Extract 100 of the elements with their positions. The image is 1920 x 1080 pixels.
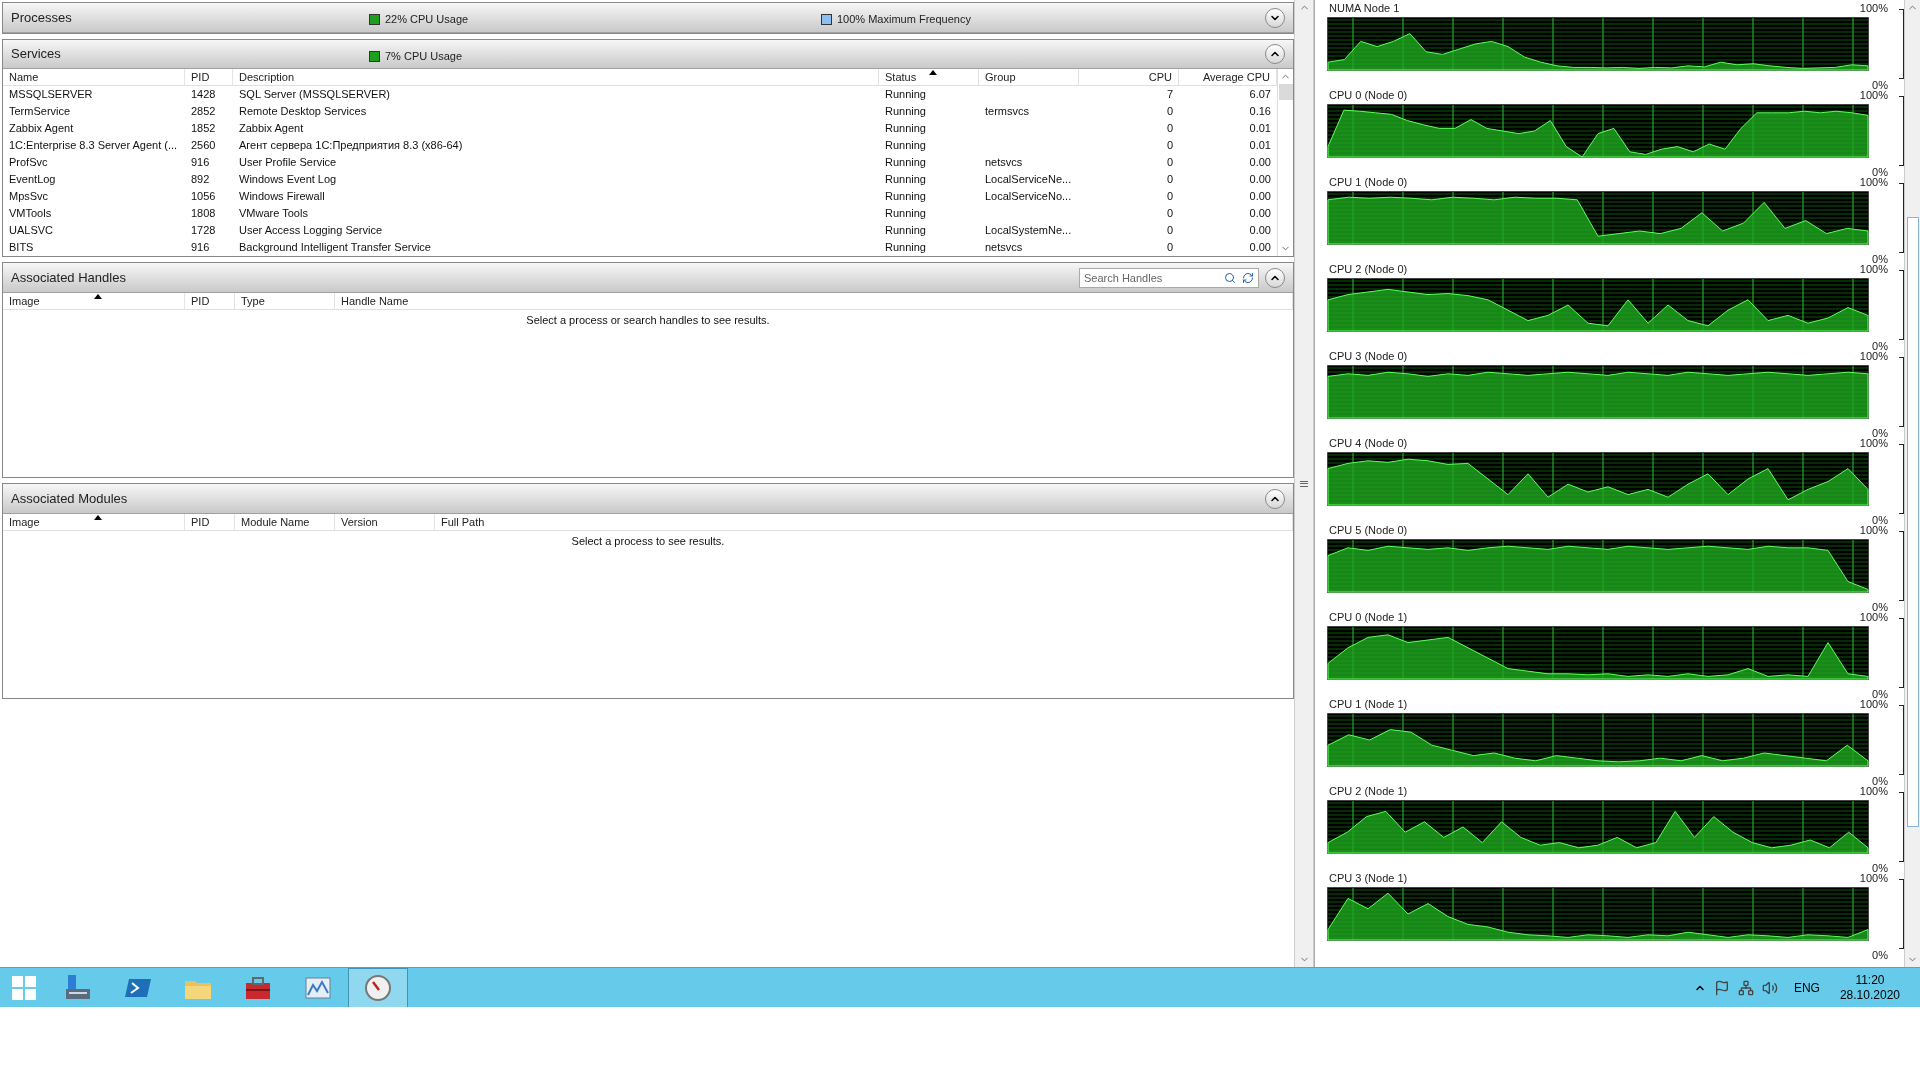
table-cell-text: 0.00 (1248, 172, 1272, 187)
search-box[interactable]: Search Handles (1079, 267, 1259, 288)
clock-time: 11:20 (1855, 972, 1885, 988)
table-cell-text: 0 (1165, 104, 1174, 119)
gauge-icon (363, 972, 393, 1003)
collapse-button[interactable] (1265, 488, 1285, 509)
max-label: 100% (1859, 785, 1888, 799)
table-cell-text: Background Intelligent Transfer Service (238, 240, 432, 255)
scrollbar[interactable] (1277, 69, 1293, 256)
column-header[interactable]: Status (879, 69, 979, 86)
max-label: 100% (1859, 437, 1888, 451)
column-header[interactable]: Handle Name (335, 293, 1293, 310)
table-cell-text: 0 (1165, 189, 1174, 204)
max-label: 100% (1859, 524, 1888, 538)
language-indicator[interactable]: ENG (1793, 978, 1820, 997)
table-cell-text: termsvcs (984, 104, 1030, 119)
min-label: 0% (1872, 252, 1888, 265)
table-cell-text: 1852 (190, 121, 217, 136)
table-cell-text: 0.00 (1248, 206, 1272, 221)
flag-icon[interactable] (1713, 979, 1730, 996)
graph-title: CPU 1 (Node 0) (1329, 175, 1408, 190)
graph-title: CPU 2 (Node 0) (1329, 262, 1408, 277)
section-header[interactable]: Associated Handles Search Handles (3, 263, 1293, 293)
section-title: Services (11, 45, 61, 64)
column-header[interactable]: Version (335, 514, 435, 531)
table-cell-text: Агент сервера 1С:Предприятия 8.3 (x86-64) (238, 138, 464, 153)
sort-arrow-icon (93, 515, 102, 520)
column-header[interactable]: CPU (1079, 69, 1179, 86)
table-cell-text: Running (884, 189, 927, 204)
table-cell-text: User Profile Service (238, 155, 338, 170)
table-cell-text: 1728 (190, 223, 217, 238)
clock[interactable]: 11:20 28.10.2020 (1839, 972, 1900, 1003)
refresh-icon (1242, 271, 1254, 284)
table-cell-text: 0 (1165, 138, 1174, 153)
sort-arrow-icon (928, 70, 937, 75)
graph-title: CPU 1 (Node 1) (1329, 697, 1408, 712)
service-row[interactable]: EventLog 892 Windows Event Log Running LocalServiceNe... 0 0.00 (3, 171, 1277, 188)
table-cell-text: Running (884, 138, 927, 153)
scrollbar[interactable] (1904, 0, 1920, 967)
column-header[interactable]: Description (233, 69, 879, 86)
max-label: 100% (1859, 1, 1888, 16)
column-header[interactable]: Name (3, 69, 185, 86)
max-label: 100% (1859, 350, 1888, 364)
indicator-label: 100% Maximum Frequency (837, 12, 971, 27)
collapse-button[interactable] (1265, 267, 1285, 288)
table-cell-text: 916 (190, 155, 211, 170)
table-cell-text: UALSVC (8, 223, 55, 238)
column-header[interactable]: Group (979, 69, 1079, 86)
scroll-thumb[interactable] (1906, 217, 1919, 827)
table-cell-text: LocalServiceNo... (984, 189, 1073, 204)
table-cell-text: Windows Event Log (238, 172, 338, 187)
min-label: 0% (1872, 426, 1888, 439)
table-cell-text: Running (884, 206, 927, 221)
table-cell-text: VMware Tools (238, 206, 309, 221)
column-header[interactable]: Type (235, 293, 335, 310)
indicator-label: 22% CPU Usage (385, 12, 469, 27)
speaker-icon[interactable] (1761, 979, 1778, 996)
service-row[interactable]: TermService 2852 Remote Desktop Services Running termsvcs 0 0.16 (3, 103, 1277, 120)
section-header[interactable]: Associated Modules (3, 484, 1293, 514)
sort-arrow-icon (93, 294, 102, 299)
column-header[interactable]: Average CPU (1179, 69, 1277, 86)
table-cell-text: 0.00 (1248, 189, 1272, 204)
service-row[interactable]: MpsSvc 1056 Windows Firewall Running LocalServiceNo... 0 0.00 (3, 188, 1277, 205)
column-header[interactable]: Module Name (235, 514, 335, 531)
column-header[interactable]: PID (185, 293, 235, 310)
section-title: Associated Modules (11, 489, 128, 508)
table-cell-text: MpsSvc (8, 189, 50, 204)
table-cell-text: Zabbix Agent (238, 121, 305, 136)
graph-title: CPU 2 (Node 1) (1329, 784, 1408, 799)
service-row[interactable]: VMTools 1808 VMware Tools Running 0 0.00 (3, 205, 1277, 222)
taskbar-app-button[interactable] (348, 967, 408, 1008)
table-cell-text: Running (884, 87, 927, 102)
column-header[interactable]: PID (185, 69, 233, 86)
table-cell-text: 7 (1165, 87, 1174, 102)
table-cell-text: ProfSvc (8, 155, 49, 170)
max-label: 100% (1859, 89, 1888, 103)
table-cell-text: Running (884, 104, 927, 119)
service-row[interactable]: 1C:Enterprise 8.3 Server Agent (... 2560 Агент сервера 1С:Предприятия 8.3 (x86-64) Running 0 0.01 (3, 137, 1277, 154)
column-header[interactable]: Full Path (435, 514, 1293, 531)
network-icon[interactable] (1737, 979, 1754, 996)
table-cell-text: 0 (1165, 223, 1174, 238)
column-header[interactable]: Image (3, 293, 185, 310)
table-cell-text: 1C:Enterprise 8.3 Server Agent (... (8, 138, 179, 153)
max-label: 100% (1859, 176, 1888, 190)
service-row[interactable]: Zabbix Agent 1852 Zabbix Agent Running 0 0.01 (3, 120, 1277, 137)
min-label: 0% (1872, 165, 1888, 178)
service-row[interactable]: MSSQLSERVER 1428 SQL Server (MSSQLSERVER) Running 7 6.07 (3, 86, 1277, 103)
max-label: 100% (1859, 263, 1888, 277)
section-header[interactable]: Processes 22% CPU Usage 100% Maximum Frequency (3, 3, 1293, 33)
service-row[interactable]: UALSVC 1728 User Access Logging Service Running LocalSystemNe... 0 0.00 (3, 222, 1277, 239)
section-header[interactable]: Services 7% CPU Usage (3, 40, 1293, 69)
search-field[interactable]: Search Handles (1080, 268, 1224, 287)
service-row[interactable]: ProfSvc 916 User Profile Service Running netsvcs 0 0.00 (3, 154, 1277, 171)
scroll-thumb[interactable] (1278, 84, 1293, 100)
expand-button[interactable] (1265, 7, 1285, 28)
service-row[interactable]: BITS 916 Background Intelligent Transfer Service Running netsvcs 0 0.00 (3, 239, 1277, 256)
column-header[interactable]: Image (3, 514, 185, 531)
table-cell-text: LocalServiceNe... (984, 172, 1073, 187)
collapse-button[interactable] (1265, 44, 1285, 64)
column-header[interactable]: PID (185, 514, 235, 531)
